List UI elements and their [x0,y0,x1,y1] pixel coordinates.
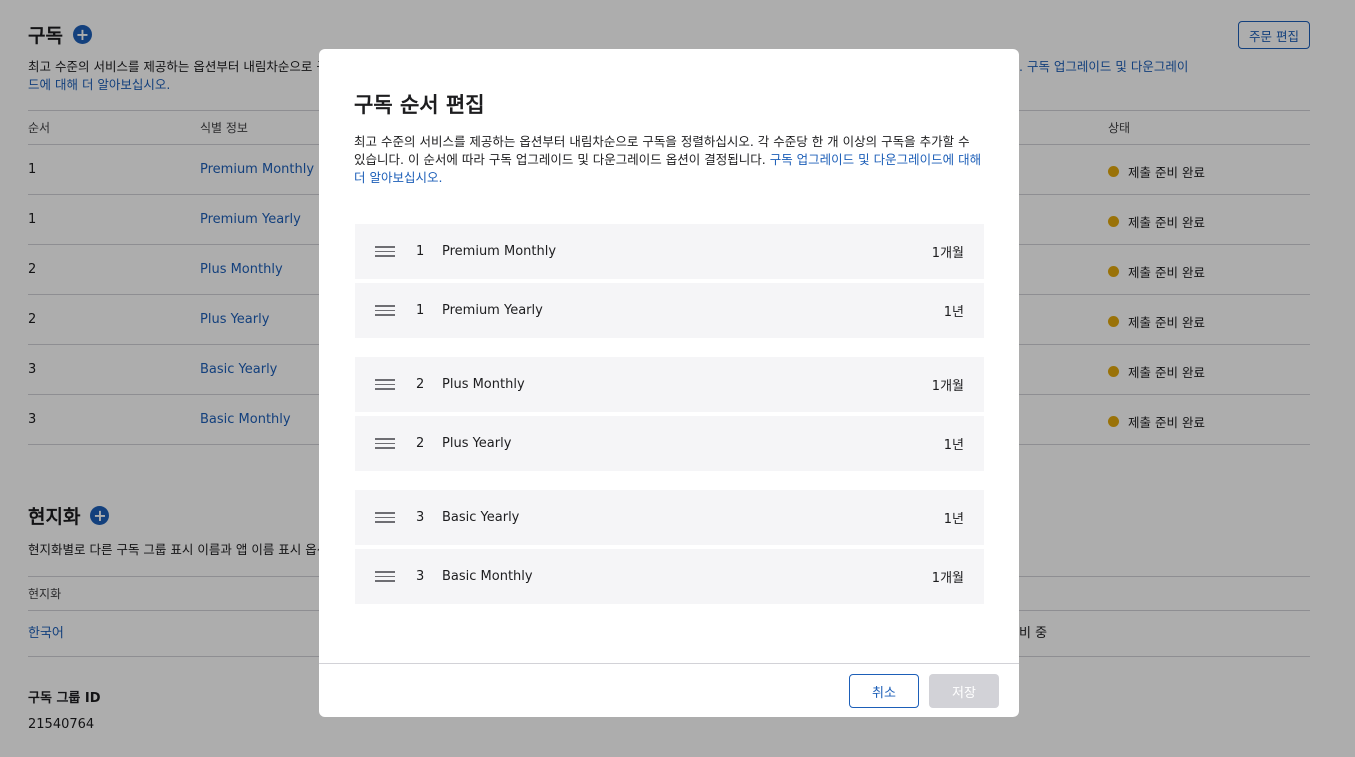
row-level: 2 [416,436,425,451]
row-name: Plus Monthly [442,377,525,392]
row-level: 2 [416,377,425,392]
drag-handle-icon[interactable] [375,246,395,257]
drag-handle-icon[interactable] [375,512,395,523]
row-name: Basic Yearly [442,510,520,525]
modal-description: 최고 수준의 서비스를 제공하는 옵션부터 내림차순으로 구독을 정렬하십시오.… [354,134,982,185]
order-row[interactable]: 1 Premium Yearly 1년 [355,283,984,338]
row-duration: 1개월 [931,379,964,394]
row-duration: 1년 [943,438,964,453]
row-name: Plus Yearly [442,436,512,451]
row-level: 3 [416,510,425,525]
row-level: 3 [416,569,425,584]
row-level: 1 [416,244,425,259]
cancel-button[interactable]: 취소 [849,674,919,708]
edit-order-modal: 구독 순서 편집 최고 수준의 서비스를 제공하는 옵션부터 내림차순으로 구독… [319,49,1019,717]
drag-handle-icon[interactable] [375,438,395,449]
row-name: Premium Monthly [442,244,557,259]
order-row[interactable]: 3 Basic Monthly 1개월 [355,549,984,604]
order-row[interactable]: 1 Premium Monthly 1개월 [355,224,984,279]
row-level: 1 [416,303,425,318]
order-row[interactable]: 2 Plus Monthly 1개월 [355,357,984,412]
drag-handle-icon[interactable] [375,305,395,316]
row-duration: 1개월 [931,571,964,586]
row-name: Basic Monthly [442,569,533,584]
row-duration: 1년 [943,512,964,527]
drag-handle-icon[interactable] [375,571,395,582]
drag-handle-icon[interactable] [375,379,395,390]
row-duration: 1년 [943,305,964,320]
save-button[interactable]: 저장 [929,674,999,708]
order-row[interactable]: 3 Basic Yearly 1년 [355,490,984,545]
modal-title: 구독 순서 편집 [354,93,485,117]
row-duration: 1개월 [931,246,964,261]
order-row[interactable]: 2 Plus Yearly 1년 [355,416,984,471]
modal-footer-divider [319,663,1019,664]
row-name: Premium Yearly [442,303,543,318]
